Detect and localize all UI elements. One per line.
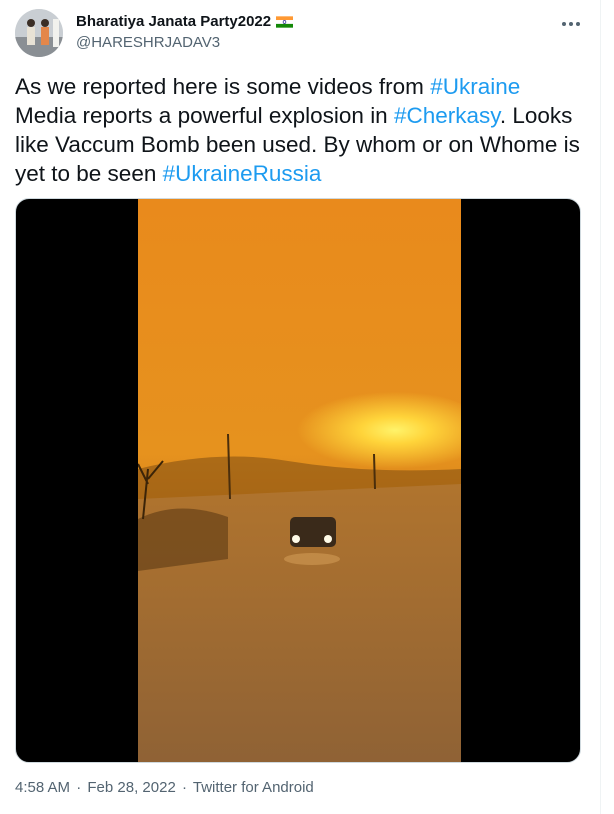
separator: ·: [76, 779, 82, 796]
hashtag-link-ukrainerussia[interactable]: #UkraineRussia: [163, 161, 322, 186]
tweet-date[interactable]: Feb 28, 2022: [87, 779, 175, 796]
author-name-row[interactable]: Bharatiya Janata Party2022: [76, 13, 294, 30]
video-frame: [138, 199, 461, 762]
more-options-button[interactable]: [556, 12, 586, 36]
tweet-text-segment: Media reports a powerful explosion in: [15, 103, 394, 128]
hashtag-link-ukraine[interactable]: #Ukraine: [430, 74, 520, 99]
tweet-source[interactable]: Twitter for Android: [193, 779, 314, 796]
tweet-text: As we reported here is some videos from …: [15, 72, 585, 188]
tweet-metadata: 4:58 AM · Feb 28, 2022 · Twitter for And…: [15, 779, 314, 796]
tweet-text-segment: As we reported here is some videos from: [15, 74, 431, 99]
tweet-card: Bharatiya Janata Party2022 @HARESHRJADAV…: [0, 0, 601, 814]
more-options-icon: [562, 22, 566, 26]
tweet-time[interactable]: 4:58 AM: [15, 779, 70, 796]
avatar[interactable]: [15, 9, 63, 57]
hashtag-link-cherkasy[interactable]: #Cherkasy: [394, 103, 500, 128]
author-display-name[interactable]: Bharatiya Janata Party2022: [76, 13, 271, 30]
india-flag-icon: [276, 15, 294, 28]
video-player[interactable]: [15, 198, 581, 763]
separator: ·: [181, 779, 187, 796]
author-handle[interactable]: @HARESHRJADAV3: [76, 34, 220, 51]
